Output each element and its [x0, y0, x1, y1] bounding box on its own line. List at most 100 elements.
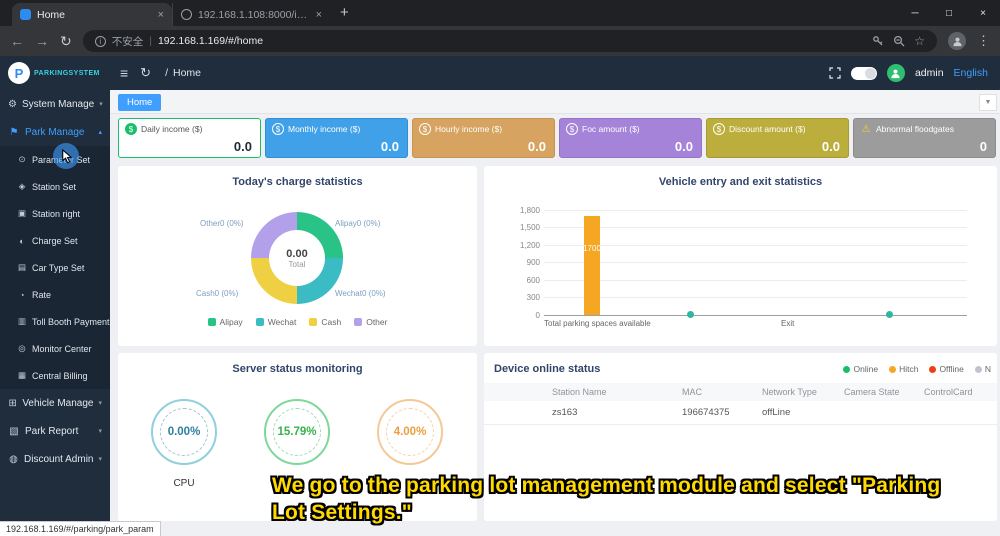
stat-card-daily-income: $ Daily income ($) 0.0 — [118, 118, 261, 158]
language-selector[interactable]: English — [954, 67, 988, 79]
chevron-down-icon: ▾ — [98, 400, 102, 407]
sidebar-item-label: Monitor Center — [32, 343, 92, 354]
collapse-menu-icon[interactable]: ≡ — [120, 65, 128, 81]
sidebar-item-label: Station Set — [32, 181, 77, 192]
browser-profile-avatar[interactable] — [948, 32, 966, 50]
sidebar-item-car-type-set[interactable]: ▤ Car Type Set — [0, 254, 110, 281]
refresh-icon[interactable]: ↻ — [140, 65, 151, 81]
back-icon[interactable]: ← — [10, 33, 24, 49]
sidebar-item-station-set[interactable]: ◈ Station Set — [0, 173, 110, 200]
tab-close-icon[interactable]: × — [158, 9, 164, 21]
mouse-cursor-icon — [62, 149, 73, 164]
online-dot-icon — [843, 366, 851, 373]
x-axis-label: Exit — [781, 319, 795, 328]
reload-icon[interactable]: ↻ — [60, 33, 72, 50]
sidebar-item-vehicle-manage[interactable]: ⊞ Vehicle Manage ▾ — [0, 389, 110, 417]
tab-close-icon[interactable]: × — [316, 9, 322, 21]
card-label: Monthly income ($) — [288, 124, 361, 134]
user-avatar[interactable] — [886, 64, 905, 82]
donut-total-value: 0.00 — [286, 247, 308, 260]
gridline — [544, 210, 967, 211]
flag-icon: ⚑ — [9, 126, 19, 138]
tab-overflow-chevron-icon[interactable]: ▼ — [979, 94, 997, 111]
y-tick: 0 — [535, 311, 540, 320]
sidebar-item-label: Park Manage — [25, 126, 85, 138]
theme-toggle[interactable] — [850, 66, 877, 80]
minimize-button[interactable]: ─ — [898, 0, 932, 26]
zoom-icon[interactable] — [893, 35, 905, 47]
key-icon[interactable] — [872, 35, 884, 47]
chevron-down-icon: ▾ — [98, 428, 102, 435]
gauge-cpu: 0.00% — [151, 399, 217, 465]
panel-title: Device online status — [494, 363, 601, 375]
browser-menu-icon[interactable]: ⋮ — [977, 33, 990, 49]
legend-item-online: Online — [843, 364, 878, 374]
sidebar-item-label: Charge Set — [32, 235, 78, 246]
sidebar-item-station-right[interactable]: ▣ Station right — [0, 200, 110, 227]
breadcrumb: / Home — [165, 67, 201, 79]
dollar-icon: $ — [272, 123, 284, 135]
col-controlcard: ControlCard — [924, 387, 973, 397]
forward-icon[interactable]: → — [35, 33, 49, 49]
table-header-row: Station Name MAC Network Type Camera Sta… — [484, 383, 997, 401]
car-type-icon: ▤ — [17, 262, 27, 272]
stat-card-monthly-income: $ Monthly income ($) 0.0 — [265, 118, 408, 158]
pie-legend: Alipay Wechat Cash Other — [118, 317, 477, 327]
hitch-dot-icon — [889, 366, 897, 373]
donut-total-label: Total — [288, 259, 306, 269]
panel-charge-statistics: Today's charge statistics 0.00 Total Oth… — [118, 166, 477, 346]
legend-item-wechat[interactable]: Wechat — [255, 317, 296, 327]
breadcrumb-item[interactable]: Home — [173, 67, 201, 79]
gauge-value: 4.00% — [393, 426, 427, 438]
new-tab-button[interactable]: + — [340, 4, 349, 21]
browser-tab-home[interactable]: Home × — [12, 3, 172, 26]
gauge-memory: 15.79% — [264, 399, 330, 465]
stat-card-discount-amount: $ Discount amount ($) 0.0 — [706, 118, 849, 158]
sidebar-item-label: Vehicle Manage — [22, 397, 94, 409]
sidebar-item-discount-admin[interactable]: ◍ Discount Admin ▾ — [0, 445, 110, 473]
subtitle-line-1: We go to the parking lot management modu… — [272, 474, 941, 497]
sidebar-item-label: System Manage — [21, 98, 95, 110]
card-label: Abnormal floodgates — [876, 124, 954, 134]
discount-icon: ◍ — [9, 453, 18, 465]
username-label: admin — [914, 67, 944, 79]
legend-item-cash[interactable]: Cash — [309, 317, 341, 327]
bar-total-parking[interactable]: 1700 — [583, 216, 601, 315]
legend-item-alipay[interactable]: Alipay — [207, 317, 243, 327]
sidebar-item-charge-set[interactable]: ◐ Charge Set — [0, 227, 110, 254]
subtitle-line-2: Lot Settings." — [272, 501, 412, 524]
sidebar-item-park-report[interactable]: ▧ Park Report ▾ — [0, 417, 110, 445]
card-value: 0.0 — [674, 139, 693, 154]
pie-label-cash: Cash0 (0%) — [196, 289, 239, 298]
sidebar-item-central-billing[interactable]: ▦ Central Billing — [0, 362, 110, 389]
sidebar-item-toll-booth-payment[interactable]: ▥ Toll Booth Payment — [0, 308, 110, 335]
chevron-down-icon: ▾ — [99, 101, 103, 108]
tab-home[interactable]: Home — [118, 94, 162, 111]
legend-item-other[interactable]: Other — [354, 317, 387, 327]
tab-favicon-icon — [20, 9, 31, 20]
legend-swatch — [309, 318, 318, 326]
dollar-icon: $ — [566, 123, 578, 135]
close-button[interactable]: × — [966, 0, 1000, 26]
sidebar-item-label: Toll Booth Payment — [32, 316, 110, 327]
toggle-knob — [864, 67, 876, 79]
monitor-icon: ◎ — [18, 343, 26, 353]
col-station-name: Station Name — [552, 387, 607, 397]
bookmark-star-icon[interactable]: ☆ — [914, 34, 925, 48]
sidebar-item-park-manage[interactable]: ⚑ Park Manage ▴ — [0, 118, 110, 146]
breadcrumb-separator: / — [165, 67, 168, 79]
table-row[interactable]: zs163 196674375 offLine — [484, 401, 997, 425]
sidebar-item-rate[interactable]: ◔ Rate — [0, 281, 110, 308]
address-bar[interactable]: i 不安全 | 192.168.1.169/#/home ☆ — [82, 30, 937, 52]
fullscreen-icon[interactable] — [829, 67, 841, 79]
gridline — [544, 262, 967, 263]
bar-value-label: 1700 — [583, 244, 601, 253]
series-dot — [886, 311, 893, 318]
sidebar-item-system-manage[interactable]: ⚙ System Manage ▾ — [0, 90, 110, 118]
maximize-button[interactable]: □ — [932, 0, 966, 26]
browser-tab-secondary[interactable]: 192.168.1.108:8000/index.ht × — [172, 3, 330, 26]
y-tick: 1,500 — [519, 223, 540, 232]
sidebar-item-monitor-center[interactable]: ◎ Monitor Center — [0, 335, 110, 362]
report-icon: ▧ — [9, 425, 19, 437]
gridline — [544, 227, 967, 228]
